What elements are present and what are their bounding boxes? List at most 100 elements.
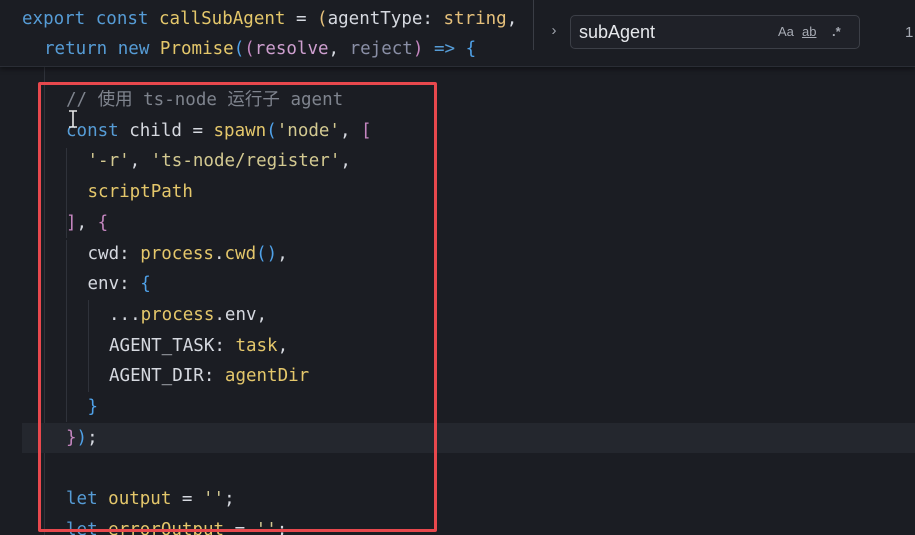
code-token: string	[443, 9, 507, 29]
code-token: ''	[202, 489, 225, 510]
code-editor[interactable]: // 使用 ts-node 运行子 agent const child = spa…	[0, 0, 915, 535]
code-token: reject	[349, 39, 413, 59]
code-token: ,	[506, 9, 518, 29]
code-line[interactable]: ...process.env,	[109, 300, 267, 330]
code-line[interactable]: }	[88, 392, 99, 422]
code-token: agentType:	[327, 9, 444, 29]
use-regex-icon[interactable]: .*	[832, 23, 841, 41]
code-token: AGENT_TASK:	[109, 335, 236, 356]
code-token: process	[140, 243, 214, 264]
code-token: child =	[118, 120, 214, 141]
code-token: process	[140, 304, 215, 325]
code-line[interactable]: let output = '';	[66, 484, 235, 514]
code-token: AGENT_DIR:	[109, 366, 225, 387]
code-token: ,	[339, 120, 362, 141]
find-widget: › Aa ab .* 1	[533, 0, 915, 66]
current-line-highlight	[22, 423, 915, 453]
code-token: (	[244, 39, 255, 59]
code-token: }	[87, 397, 99, 417]
code-token: return	[44, 39, 108, 59]
code-token: // 使用 ts-node 运行子 agent	[66, 90, 344, 110]
code-line[interactable]: '-r', 'ts-node/register',	[88, 146, 351, 176]
code-token: =	[285, 9, 318, 29]
code-token: agentDir	[224, 366, 310, 387]
code-line[interactable]: // 使用 ts-node 运行子 agent	[66, 85, 343, 115]
code-token: (	[317, 9, 328, 29]
code-token: ()	[256, 243, 278, 264]
code-line[interactable]: AGENT_TASK: task,	[109, 331, 288, 361]
code-token: .	[213, 243, 225, 264]
code-token: =>	[433, 39, 456, 59]
code-token: export	[22, 9, 86, 29]
code-token: env:	[87, 274, 141, 295]
code-token: )	[412, 39, 424, 59]
code-line[interactable]: cwd: process.cwd(),	[88, 239, 288, 269]
code-token: '-r'	[87, 151, 130, 172]
code-token: (	[233, 39, 245, 59]
code-token: Promise	[159, 39, 234, 59]
text-cursor-icon	[69, 110, 77, 128]
code-token: output	[108, 489, 172, 510]
code-token: 'ts-node/register'	[150, 151, 341, 172]
code-token: task	[235, 335, 278, 356]
match-case-icon[interactable]: Aa	[778, 23, 794, 41]
find-divider	[533, 0, 534, 50]
code-token: scriptPath	[87, 182, 193, 203]
code-token: {	[97, 212, 109, 233]
find-input[interactable]	[579, 16, 759, 48]
code-line[interactable]: env: {	[88, 269, 151, 299]
code-token: =	[171, 489, 203, 510]
indent-guide	[66, 240, 67, 422]
code-token: ,	[76, 212, 98, 233]
code-token: )	[76, 427, 88, 448]
code-token: resolve	[254, 39, 329, 59]
code-token: errorOutput	[108, 519, 225, 535]
code-line[interactable]: AGENT_DIR: agentDir	[109, 361, 309, 391]
code-token: ''	[255, 519, 277, 535]
code-token: ;	[276, 519, 288, 535]
match-whole-word-icon[interactable]: ab	[802, 23, 816, 41]
code-token: }	[66, 427, 77, 448]
code-token: (	[266, 120, 277, 141]
code-token: ,	[340, 151, 351, 172]
code-token: 'node'	[276, 120, 340, 141]
code-token: new	[117, 39, 150, 59]
sticky-code-line[interactable]: return new Promise((resolve, reject) => …	[44, 34, 476, 64]
code-token: ;	[224, 489, 235, 510]
chevron-right-icon[interactable]: ›	[547, 20, 561, 42]
code-token: ;	[87, 427, 98, 448]
sticky-code-line[interactable]: export const callSubAgent = (agentType: …	[22, 4, 517, 34]
indent-guide	[88, 300, 89, 392]
code-token: ...	[109, 304, 141, 325]
code-token: const	[95, 9, 149, 29]
code-line[interactable]: let errorOutput = '';	[66, 515, 287, 535]
find-input-box[interactable]: Aa ab .*	[570, 15, 860, 49]
code-line[interactable]: const child = spawn('node', [	[66, 116, 372, 146]
code-line[interactable]: });	[66, 423, 98, 453]
code-token: cwd	[224, 243, 257, 264]
code-token: =	[224, 519, 256, 535]
code-token: cwd:	[87, 243, 141, 264]
code-token: ,	[328, 39, 350, 59]
code-token: ]	[66, 212, 77, 233]
code-token: [	[361, 120, 372, 141]
code-token: {	[140, 274, 151, 295]
code-token: spawn	[213, 120, 267, 141]
code-token: ,	[277, 243, 288, 264]
indent-guide	[44, 66, 45, 535]
code-token: let	[66, 489, 98, 510]
code-token: .env,	[214, 304, 268, 325]
code-line[interactable]: scriptPath	[88, 177, 193, 207]
find-result-count: 1	[905, 24, 914, 41]
code-token: ,	[129, 151, 151, 172]
code-token: {	[465, 39, 477, 59]
code-line[interactable]: ], {	[66, 208, 108, 238]
